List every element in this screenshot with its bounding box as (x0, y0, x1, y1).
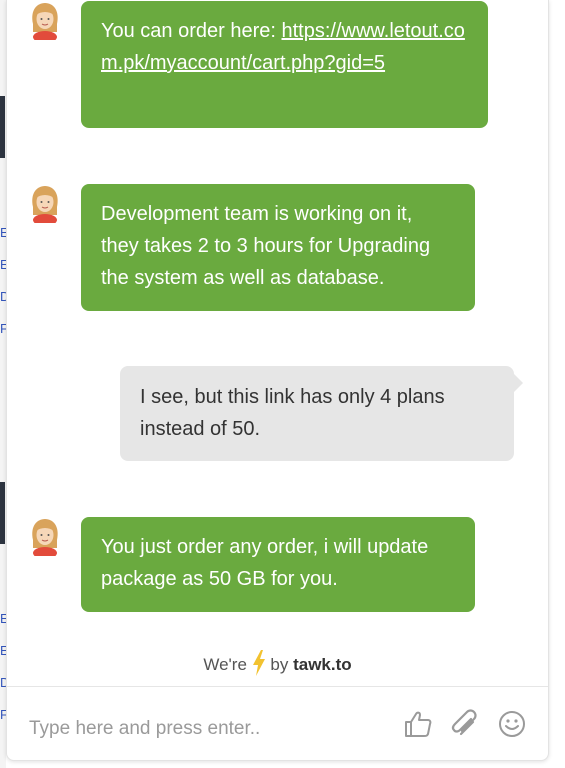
paperclip-icon[interactable] (449, 709, 479, 739)
message-text: You can order here: (101, 20, 282, 42)
visitor-bubble-tail (514, 374, 523, 392)
powered-by[interactable]: We're by tawk.to (7, 650, 548, 676)
agent-avatar-icon (32, 519, 58, 556)
branding-prefix: We're (203, 655, 247, 674)
emoji-icon[interactable] (497, 709, 527, 739)
agent-message: You just order any order, i will update … (81, 517, 475, 612)
branding-by: by (270, 655, 289, 674)
lightning-bolt-icon (252, 650, 265, 676)
message-text: You just order any order, i will update … (101, 536, 429, 590)
thumbs-up-icon[interactable] (403, 709, 433, 739)
message-composer (7, 686, 548, 761)
message-text: Development team is working on it, they … (101, 203, 431, 289)
message-input[interactable] (27, 713, 361, 745)
background-page-block (0, 482, 5, 544)
brand-name: tawk.to (293, 655, 352, 674)
chat-widget: You can order here: https://www.letout.c… (6, 0, 549, 761)
visitor-message: I see, but this link has only 4 plans in… (120, 366, 514, 461)
agent-message: You can order here: https://www.letout.c… (81, 1, 488, 128)
agent-message: Development team is working on it, they … (81, 184, 475, 311)
message-text: I see, but this link has only 4 plans in… (140, 386, 445, 440)
agent-avatar-icon (32, 186, 58, 223)
agent-avatar-icon (32, 3, 58, 40)
background-page-block (0, 96, 5, 158)
